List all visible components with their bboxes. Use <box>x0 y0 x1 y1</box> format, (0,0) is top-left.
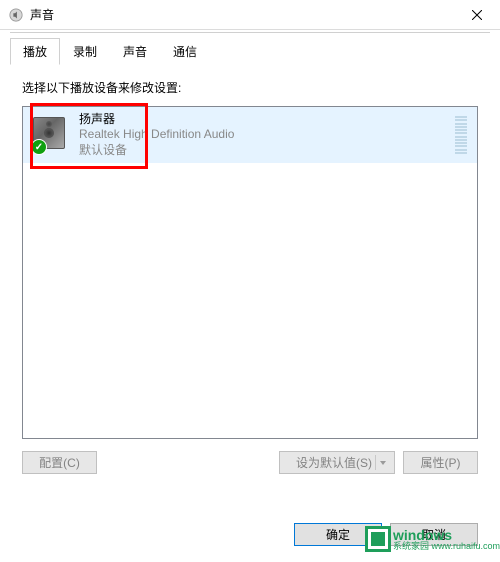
device-status: 默认设备 <box>79 143 455 159</box>
watermark-main: windows <box>393 528 500 542</box>
instruction-text: 选择以下播放设备来修改设置: <box>22 79 478 96</box>
close-button[interactable] <box>454 0 500 30</box>
watermark-sub: 系统家园 www.ruhaifu.com <box>393 542 500 551</box>
device-item-speaker[interactable]: ✓ 扬声器 Realtek High Definition Audio 默认设备 <box>23 107 477 163</box>
configure-button[interactable]: 配置(C) <box>22 451 97 474</box>
level-meter <box>455 116 467 154</box>
properties-button[interactable]: 属性(P) <box>403 451 478 474</box>
tab-playback[interactable]: 播放 <box>10 38 60 65</box>
device-list[interactable]: ✓ 扬声器 Realtek High Definition Audio 默认设备 <box>22 106 478 439</box>
default-check-icon: ✓ <box>31 139 47 155</box>
tab-underline <box>10 32 490 33</box>
tab-recording[interactable]: 录制 <box>60 38 110 65</box>
tab-sounds[interactable]: 声音 <box>110 38 160 65</box>
device-info: 扬声器 Realtek High Definition Audio 默认设备 <box>79 112 455 159</box>
watermark: windows 系统家园 www.ruhaifu.com <box>365 526 500 552</box>
tab-bar: 播放 录制 声音 通信 <box>0 30 500 65</box>
content-area: 选择以下播放设备来修改设置: ✓ 扬声器 Realtek High Defini… <box>0 65 500 486</box>
sound-icon <box>8 7 24 23</box>
device-driver: Realtek High Definition Audio <box>79 127 455 143</box>
device-icon-wrap: ✓ <box>33 117 69 153</box>
titlebar: 声音 <box>0 0 500 30</box>
watermark-logo-icon <box>365 526 391 552</box>
window-title: 声音 <box>30 6 454 23</box>
tab-communications[interactable]: 通信 <box>160 38 210 65</box>
device-name: 扬声器 <box>79 112 455 128</box>
mid-button-row: 配置(C) 设为默认值(S) 属性(P) <box>22 451 478 474</box>
set-default-button[interactable]: 设为默认值(S) <box>279 451 395 474</box>
